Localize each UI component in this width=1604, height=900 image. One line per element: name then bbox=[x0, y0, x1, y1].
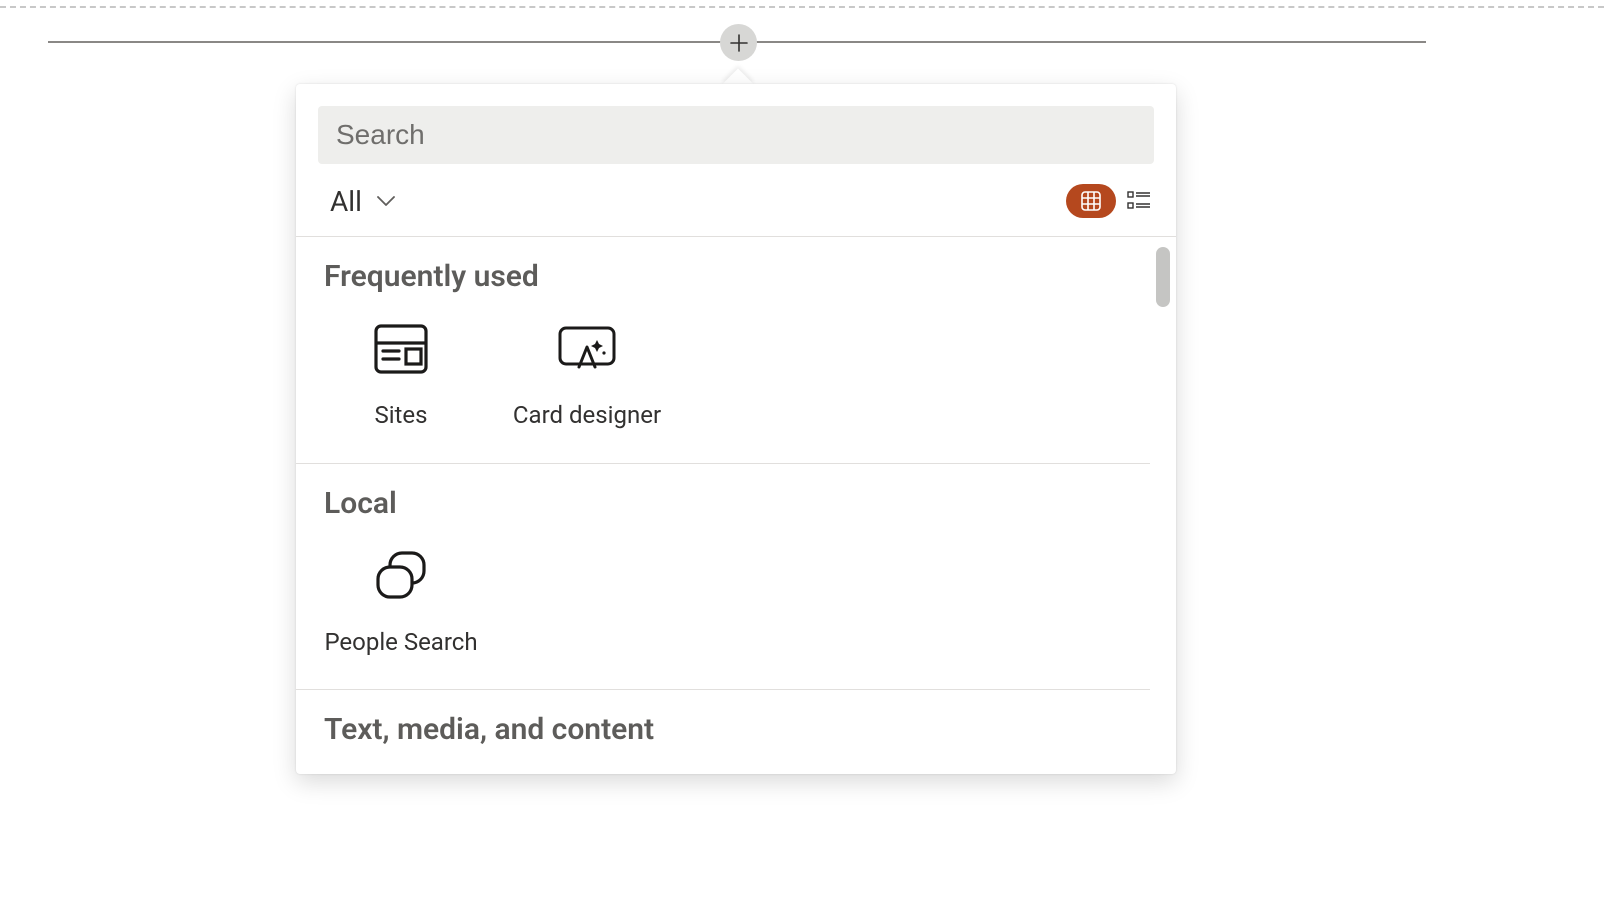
search-container bbox=[296, 84, 1176, 164]
tile-label: Sites bbox=[374, 400, 427, 431]
people-search-icon bbox=[369, 549, 433, 603]
webpart-toolbox-panel: All Fre bbox=[296, 84, 1176, 774]
section-boundary-dashed bbox=[0, 6, 1604, 8]
grid-view-button[interactable] bbox=[1066, 184, 1116, 218]
group-title: Local bbox=[296, 486, 1150, 531]
tile-people-search[interactable]: People Search bbox=[312, 539, 490, 662]
tile-label: Card designer bbox=[513, 400, 661, 431]
list-icon bbox=[1127, 191, 1151, 211]
filter-row: All bbox=[296, 164, 1176, 237]
category-filter-dropdown[interactable]: All bbox=[330, 185, 396, 218]
tile-label: People Search bbox=[324, 627, 477, 658]
add-webpart-button[interactable] bbox=[720, 24, 757, 61]
chevron-down-icon bbox=[376, 195, 396, 207]
sites-icon bbox=[369, 322, 433, 376]
group-frequently-used: Frequently used Sites bbox=[296, 237, 1150, 464]
group-local: Local People Search bbox=[296, 464, 1150, 691]
card-designer-icon bbox=[555, 322, 619, 376]
group-title: Frequently used bbox=[296, 259, 1150, 304]
group-title: Text, media, and content bbox=[296, 712, 1150, 757]
search-input[interactable] bbox=[334, 118, 1138, 152]
grid-icon bbox=[1081, 191, 1101, 211]
search-box[interactable] bbox=[318, 106, 1154, 164]
scrollbar-thumb[interactable] bbox=[1156, 247, 1170, 307]
plus-icon bbox=[729, 33, 749, 53]
list-view-button[interactable] bbox=[1124, 186, 1154, 216]
tile-sites[interactable]: Sites bbox=[312, 312, 490, 435]
category-filter-label: All bbox=[330, 185, 362, 218]
group-text-media-content: Text, media, and content bbox=[296, 690, 1150, 774]
view-toggle bbox=[1066, 184, 1154, 218]
toolbox-body: Frequently used Sites bbox=[296, 237, 1176, 774]
tile-card-designer[interactable]: Card designer bbox=[498, 312, 676, 435]
